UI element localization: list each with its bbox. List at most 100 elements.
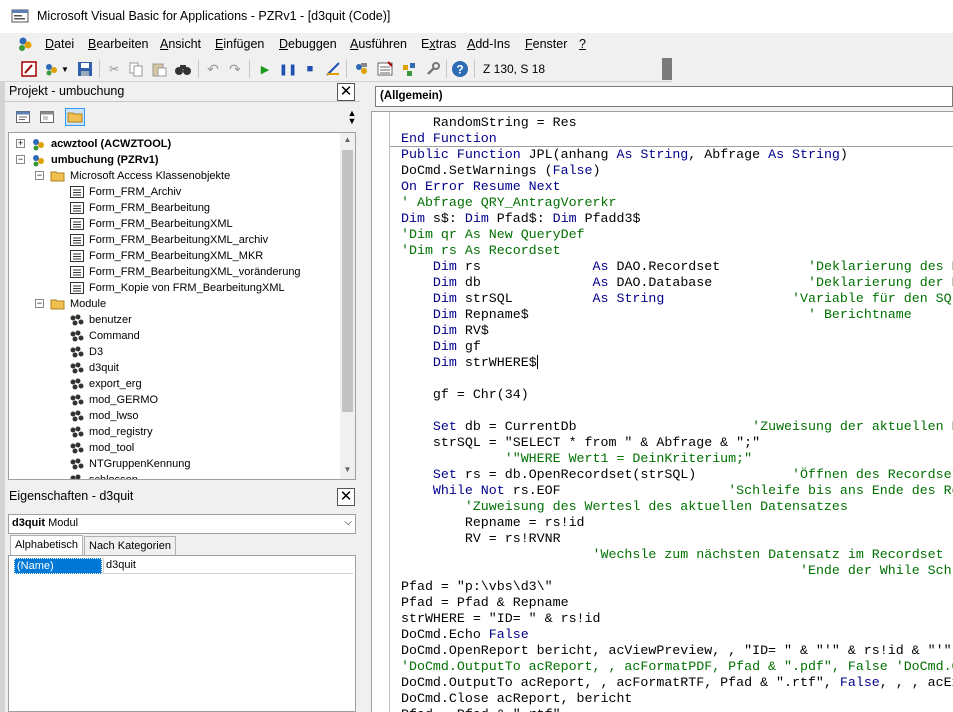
tree-item-module[interactable]: benutzer	[69, 312, 132, 328]
code-line[interactable]: Dim Repname$ ' Berichtname	[401, 307, 912, 323]
copy-icon[interactable]	[127, 60, 145, 78]
tree-item-form[interactable]: Form_FRM_Archiv	[69, 184, 181, 200]
code-line[interactable]: 'Dim qr As New QueryDef	[401, 227, 585, 243]
insert-dropdown-icon[interactable]: ▼	[60, 60, 70, 78]
project-close-icon[interactable]: ✕	[337, 83, 355, 101]
paste-icon[interactable]	[150, 60, 168, 78]
menu-addins[interactable]: Add-Ins	[467, 37, 510, 51]
tree-item-module[interactable]: mod_registry	[69, 424, 153, 440]
code-editor[interactable]: RandomString = Res End Function Public Fun…	[371, 111, 953, 712]
tree-item-module[interactable]: mod_lwso	[69, 408, 139, 424]
scroll-up-icon[interactable]: ▲	[342, 135, 353, 147]
toolbar-chevron-icon[interactable]: ▲ ▼	[347, 109, 357, 126]
tree-item-form[interactable]: Form_FRM_BearbeitungXML	[69, 216, 233, 232]
find-icon[interactable]	[174, 60, 192, 78]
collapse-icon[interactable]: −	[35, 299, 44, 308]
code-line[interactable]: DoCmd.SetWarnings (False)	[401, 163, 601, 179]
code-line[interactable]: 'Dim rs As Recordset	[401, 243, 561, 259]
tree-item-acwztool[interactable]: acwztool (ACWZTOOL)	[31, 136, 171, 152]
toggle-folders-icon[interactable]	[65, 108, 85, 126]
object-browser-icon[interactable]	[400, 60, 418, 78]
code-line[interactable]: Dim strWHERE$	[401, 355, 538, 371]
code-line[interactable]: 'Zuweisung des Wertesl des aktuellen Dat…	[401, 499, 848, 515]
code-line[interactable]: RV = rs!RVNR	[401, 531, 561, 547]
code-line[interactable]: Set db = CurrentDb 'Zuweisung der aktuel…	[401, 419, 953, 435]
code-line[interactable]: 'Ende der While Schleife	[401, 563, 953, 579]
menu-ansicht[interactable]: Ansicht	[160, 37, 201, 51]
undo-icon[interactable]: ↶	[204, 60, 222, 78]
code-line[interactable]: '"WHERE Wert1 = DeinKriterium;"	[401, 451, 752, 467]
code-line[interactable]: Set rs = db.OpenRecordset(strSQL) 'Öffne…	[401, 467, 953, 483]
pane-splitter[interactable]	[360, 82, 371, 712]
menu-extras[interactable]: Extras	[421, 37, 456, 51]
properties-object-select[interactable]: d3quit Modul ⌵	[8, 514, 356, 534]
toolbar-overflow-handle[interactable]	[662, 58, 672, 80]
code-line[interactable]: DoCmd.Close acReport, bericht	[401, 691, 632, 707]
tree-item-module[interactable]: NTGruppenKennung	[69, 456, 191, 472]
code-line[interactable]: Public Function JPL(anhang As String, Ab…	[401, 147, 848, 163]
code-line[interactable]: End Function	[401, 131, 497, 147]
insert-userform-icon[interactable]	[42, 60, 60, 78]
break-icon[interactable]: ❚❚	[279, 60, 297, 78]
code-line[interactable]: Dim db As DAO.Database 'Deklarierung der…	[401, 275, 953, 291]
tree-item-form[interactable]: Form_FRM_BearbeitungXML_MKR	[69, 248, 263, 264]
code-line[interactable]: Dim RV$	[401, 323, 489, 339]
menu-datei[interactable]: Datei	[45, 37, 74, 51]
menu-fenster[interactable]: Fenster	[525, 37, 567, 51]
tab-alphabetisch[interactable]: Alphabetisch	[10, 535, 83, 556]
tree-scroll-thumb[interactable]	[342, 150, 353, 412]
help-icon[interactable]: ?	[451, 60, 469, 78]
view-code-icon[interactable]	[13, 108, 33, 126]
save-icon[interactable]	[76, 60, 94, 78]
code-line[interactable]: Pfad = Pfad & Repname	[401, 595, 569, 611]
tree-item-umbuchung[interactable]: umbuchung (PZRv1)	[31, 152, 159, 168]
code-line[interactable]: strSQL = "SELECT * from " & Abfrage & ";…	[401, 435, 760, 451]
design-mode-icon[interactable]	[324, 60, 342, 78]
code-line[interactable]: RandomString = Res	[401, 115, 577, 131]
tree-item-module[interactable]: export_erg	[69, 376, 142, 392]
code-line[interactable]: Dim strSQL As String 'Variable für den S…	[401, 291, 953, 307]
code-line[interactable]: DoCmd.Echo False	[401, 627, 529, 643]
menu-help[interactable]: ?	[579, 37, 586, 51]
tree-item-form[interactable]: Form_FRM_BearbeitungXML_archiv	[69, 232, 268, 248]
code-margin-indicator-bar[interactable]	[372, 112, 390, 712]
tree-item-module[interactable]: d3quit	[69, 360, 119, 376]
run-icon[interactable]: ▶	[256, 60, 274, 78]
properties-window-icon[interactable]	[376, 60, 394, 78]
tree-item-module[interactable]: D3	[69, 344, 103, 360]
code-line[interactable]: Dim s$: Dim Pfad$: Dim Pfadd3$	[401, 211, 640, 227]
toolbox-icon[interactable]	[424, 60, 442, 78]
vba-menu-icon[interactable]	[16, 35, 36, 53]
code-line[interactable]: Pfad = "p:\vbs\d3\"	[401, 579, 553, 595]
code-line[interactable]: Pfad = Pfad & ".rtf"	[401, 707, 561, 712]
tree-item-form[interactable]: Form_FRM_BearbeitungXML_voränderung	[69, 264, 301, 280]
project-explorer-icon[interactable]	[352, 60, 370, 78]
tree-item-module[interactable]: schlossen	[69, 472, 138, 479]
redo-icon[interactable]: ↷	[226, 60, 244, 78]
property-value-cell[interactable]: d3quit	[103, 558, 353, 574]
chevron-down-icon[interactable]: ⌵	[344, 517, 352, 528]
collapse-icon[interactable]: −	[16, 155, 25, 164]
cut-icon[interactable]: ✂	[105, 60, 123, 78]
code-line[interactable]: Repname = rs!id	[401, 515, 585, 531]
code-line[interactable]: DoCmd.OpenReport bericht, acViewPreview,…	[401, 643, 952, 659]
reset-icon[interactable]: ■	[301, 60, 319, 78]
tree-item-klassenobjekte[interactable]: Microsoft Access Klassenobjekte	[50, 168, 230, 184]
code-line[interactable]: 'Wechsle zum nächsten Datensatz im Recor…	[401, 547, 944, 563]
tree-item-module[interactable]: mod_GERMO	[69, 392, 158, 408]
code-line[interactable]: Dim rs As DAO.Recordset 'Deklarierung de…	[401, 259, 953, 275]
menu-ausfuehren[interactable]: Ausführen	[350, 37, 407, 51]
properties-close-icon[interactable]: ✕	[337, 488, 355, 506]
view-access-icon[interactable]	[20, 60, 38, 78]
menu-debuggen[interactable]: Debuggen	[279, 37, 337, 51]
tree-item-form[interactable]: Form_FRM_Bearbeitung	[69, 200, 210, 216]
menu-einfuegen[interactable]: Einfügen	[215, 37, 264, 51]
tab-nach-kategorien[interactable]: Nach Kategorien	[84, 536, 176, 556]
view-object-icon[interactable]	[37, 108, 57, 126]
scroll-down-icon[interactable]: ▼	[342, 465, 353, 477]
code-line[interactable]: Dim gf	[401, 339, 481, 355]
tree-scrollbar[interactable]: ▲ ▼	[340, 133, 355, 479]
expand-icon[interactable]: +	[16, 139, 25, 148]
code-line[interactable]: strWHERE = "ID= " & rs!id	[401, 611, 601, 627]
code-line[interactable]: gf = Chr(34)	[401, 387, 529, 403]
